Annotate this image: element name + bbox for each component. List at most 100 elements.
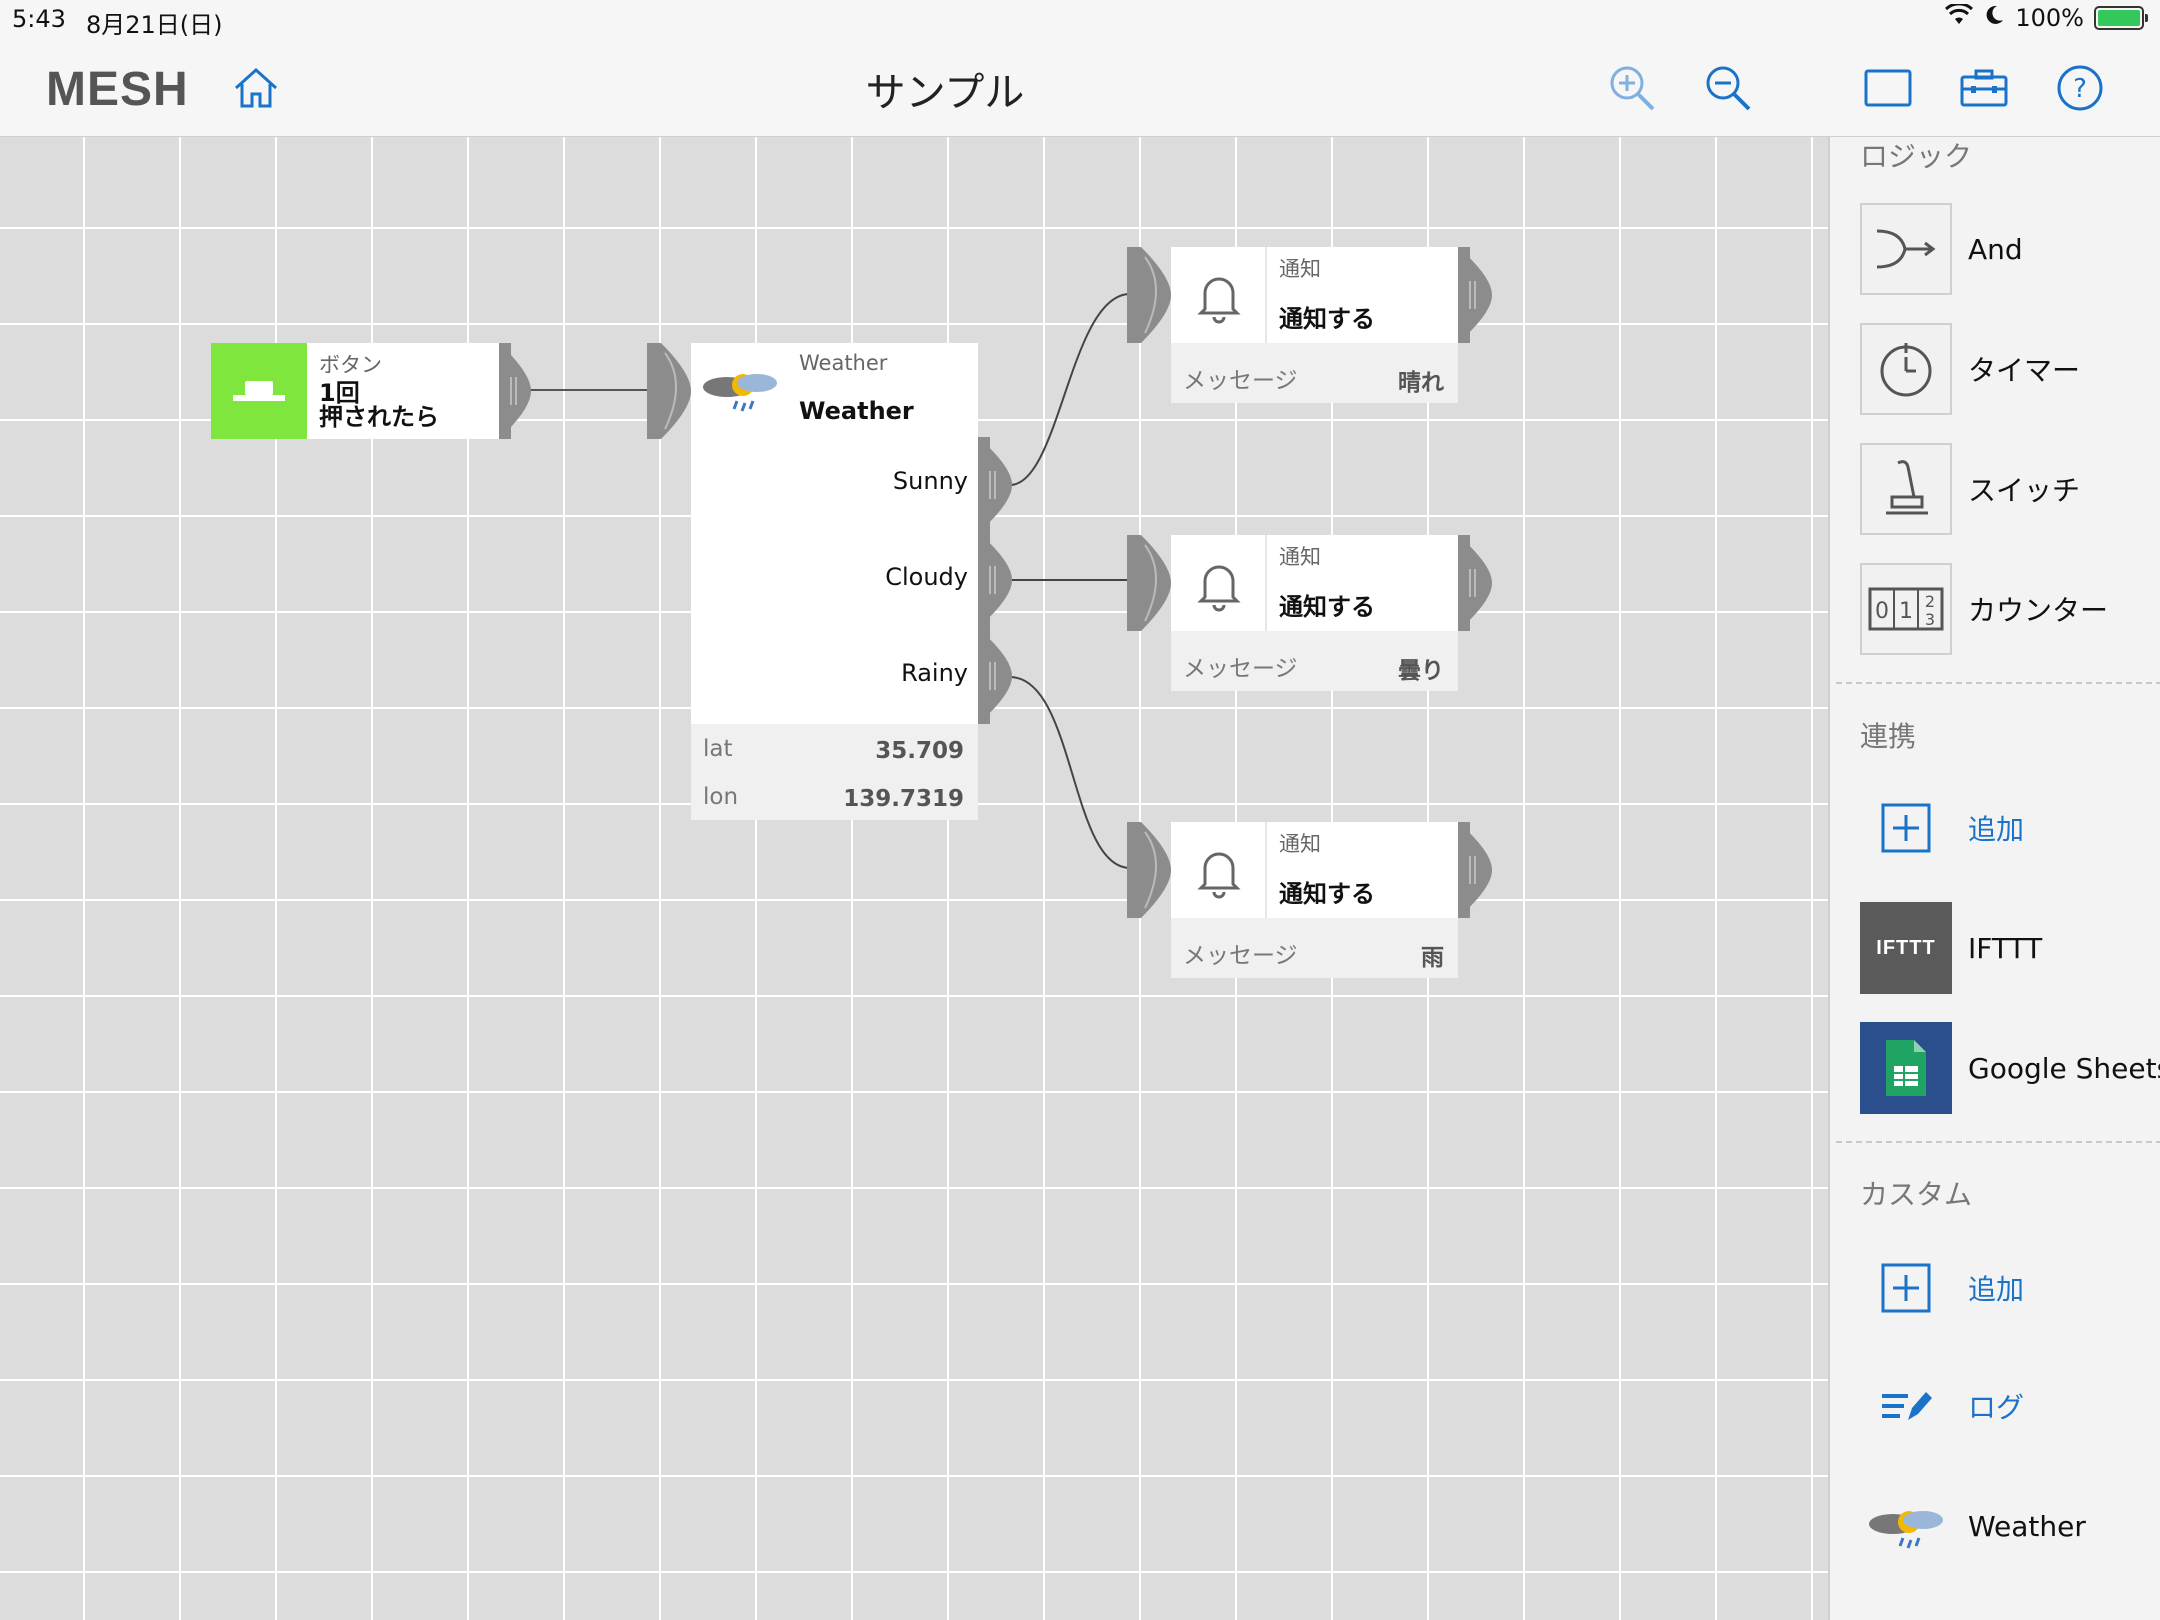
timer-icon [1860,323,1952,415]
output-connector-rainy[interactable] [978,628,1012,724]
output-label-sunny: Sunny [892,467,968,495]
weather-param-lon[interactable]: lon 139.7319 [691,772,978,820]
status-date: 8月21日(日) [86,11,223,39]
bell-icon [1197,565,1241,612]
notify-3-input-connector[interactable] [1127,822,1171,918]
panel-item-timer[interactable]: タイマー [1860,322,2080,416]
weather-block[interactable]: Weather Weather Sunny Cloudy Rainy [691,343,978,724]
weather-block-category: Weather [799,351,888,375]
weather-icon [697,361,783,421]
wire-rainy [1009,676,1131,869]
notify-2-input-connector[interactable] [1127,535,1171,631]
panel-item-log[interactable]: ログ [1860,1359,2024,1453]
svg-text:3: 3 [1925,610,1935,629]
param-value: 35.709 [875,738,964,764]
panel-item-and[interactable]: And [1860,202,2023,296]
button-block-category: ボタン [319,353,382,377]
output-label-rainy: Rainy [901,659,968,687]
help-button[interactable]: ? [2050,58,2110,118]
plus-icon [1860,1242,1952,1334]
notify-block-1[interactable]: 通知 通知する [1171,247,1458,343]
zoom-in-button[interactable] [1602,58,1662,118]
notify-block-2[interactable]: 通知 通知する [1171,535,1458,631]
panel-item-label: Google Sheets [1968,1051,2160,1085]
status-bar: 5:43 8月21日(日) 100% [0,0,2160,40]
button-block[interactable]: ボタン 1回 押されたら [211,343,499,439]
output-connector-cloudy[interactable] [978,532,1012,628]
panel-item-label: IFTTT [1968,931,2043,965]
section-title-logic: ロジック [1860,140,1973,173]
panel-item-ifttt[interactable]: IFTTT IFTTT [1860,901,2042,995]
log-icon [1860,1360,1952,1452]
notify-block-3[interactable]: 通知 通知する [1171,822,1458,918]
canvas[interactable]: ボタン 1回 押されたら Weather Weather Sunny Cloud… [0,137,1828,1620]
button-block-line2: 押されたら [319,403,439,431]
and-icon [1860,203,1952,295]
nav-bar: MESH サンプル ? [0,40,2160,137]
battery-percent: 100% [2015,4,2084,32]
notify-1-param[interactable]: メッセージ 晴れ [1171,343,1458,403]
battery-icon [2094,6,2148,30]
notify-2-param[interactable]: メッセージ 曇り [1171,631,1458,691]
output-connector-sunny[interactable] [978,437,1012,533]
section-title-custom: カスタム [1860,1178,1973,1211]
bell-icon [1197,852,1241,899]
notify-category: 通知 [1279,832,1321,856]
wifi-icon [1945,2,1974,32]
panel-item-google-sheets[interactable]: Google Sheets [1860,1021,2160,1115]
panel-item-label: カウンター [1968,594,2109,627]
weather-param-lat[interactable]: lat 35.709 [691,724,978,772]
svg-text:?: ? [2073,74,2087,104]
notify-3-output-connector[interactable] [1458,822,1492,918]
wire-sunny [1009,293,1131,486]
button-output-connector[interactable] [499,343,531,439]
bell-icon [1197,277,1241,324]
param-key: lat [703,736,733,762]
panel-item-label: ログ [1968,1391,2025,1424]
notify-2-output-connector[interactable] [1458,535,1492,631]
zoom-in-icon [1610,66,1655,111]
weather-block-name: Weather [799,397,914,425]
param-key: メッセージ [1183,943,1298,969]
panel-item-weather[interactable]: Weather [1860,1479,2086,1573]
weather-input-connector[interactable] [647,343,691,439]
layout-button[interactable] [1858,58,1918,118]
notify-action: 通知する [1279,593,1375,621]
toolbox-button[interactable] [1954,58,2014,118]
panel-item-label: タイマー [1968,354,2081,387]
notify-1-input-connector[interactable] [1127,247,1171,343]
status-time: 5:43 [12,5,66,33]
notify-category: 通知 [1279,545,1321,569]
counter-icon: 0123 [1860,563,1952,655]
zoom-out-icon [1706,66,1751,111]
notify-icon-area [1171,247,1267,343]
param-key: lon [703,784,739,810]
notify-1-output-connector[interactable] [1458,247,1492,343]
custom-add-button[interactable]: 追加 [1860,1241,2024,1335]
panel-item-switch[interactable]: スイッチ [1860,442,2080,536]
help-icon: ? [2057,65,2103,111]
param-value: 139.7319 [843,786,964,812]
notify-category: 通知 [1279,257,1321,281]
notify-action: 通知する [1279,880,1375,908]
zoom-out-button[interactable] [1698,58,1758,118]
moon-icon [1983,4,2005,32]
add-label: 追加 [1968,1273,2025,1306]
svg-text:2: 2 [1925,592,1935,611]
integration-add-button[interactable]: 追加 [1860,781,2024,875]
button-icon [233,381,285,401]
side-panel[interactable]: ロジック And タイマー スイッチ 0123 カウンター 連携 追加 IFTT… [1828,137,2160,1620]
param-value: 曇り [1398,658,1444,684]
notify-icon-area [1171,535,1267,631]
weather-icon [1860,1480,1952,1572]
notify-3-param[interactable]: メッセージ 雨 [1171,918,1458,978]
panel-divider [1836,682,2160,684]
panel-item-label: Weather [1968,1509,2086,1543]
button-block-icon-area [211,343,307,439]
output-label-cloudy: Cloudy [885,563,968,591]
switch-icon [1860,443,1952,535]
panel-item-label: スイッチ [1968,474,2081,507]
plus-icon [1860,782,1952,874]
google-sheets-icon [1860,1022,1952,1114]
panel-item-counter[interactable]: 0123 カウンター [1860,562,2108,656]
